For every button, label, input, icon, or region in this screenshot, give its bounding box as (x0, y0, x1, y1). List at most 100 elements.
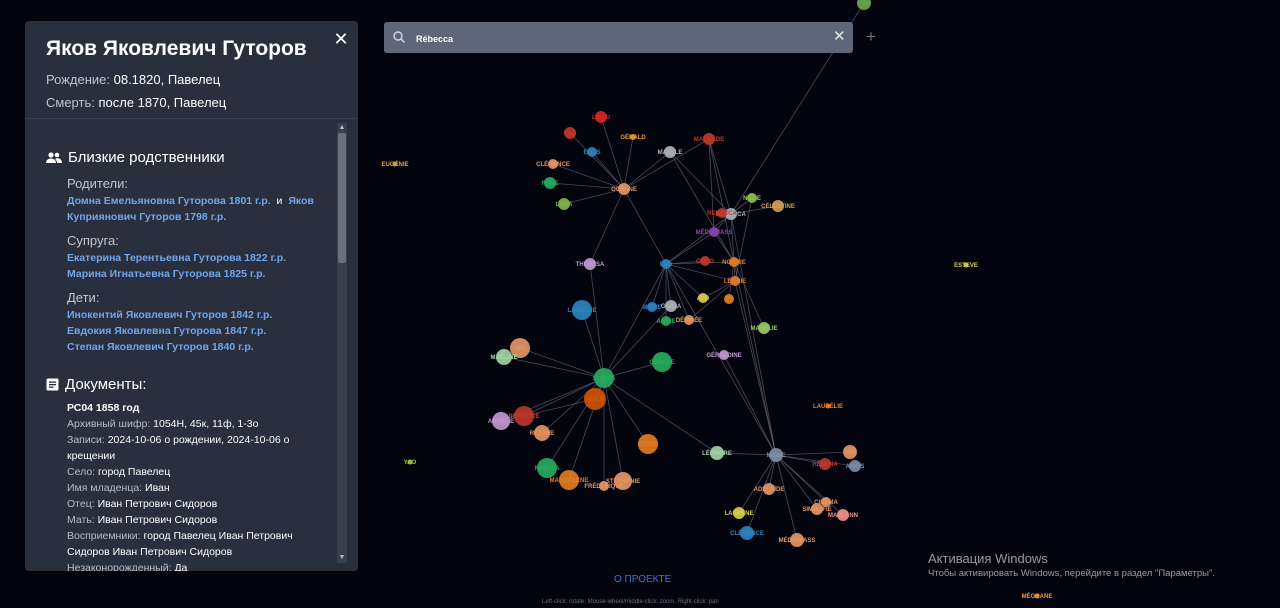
graph-node[interactable]: NÉLIE (743, 193, 761, 203)
graph-node[interactable]: MÉNIE (766, 448, 786, 462)
records-cont: крещении (67, 450, 116, 462)
graph-node-label: RÉBÉNA (812, 460, 838, 468)
graph-node-label: ANGIE (656, 319, 675, 325)
graph-node-label: LÉONIE (724, 277, 746, 285)
graph-node[interactable]: YAO (564, 127, 577, 139)
graph-node-label: MATHILDE (694, 137, 725, 143)
child-link[interactable]: Степан Яковлевич Гуторов 1840 г.р. (67, 341, 254, 353)
graph-node[interactable]: ESTEVE (954, 262, 978, 270)
graph-node-label: ESTÉE (638, 440, 658, 448)
godparents-cont: Сидоров Иван Петрович Сидоров (67, 546, 233, 558)
graph-node-label: LAURÉLIE (813, 402, 843, 410)
graph-node-label: MAËLLE (658, 149, 683, 156)
graph-node[interactable]: GÉRALD (620, 133, 646, 141)
graph-node-label: GÉRÈNE (649, 358, 674, 366)
graph-node[interactable]: THÉRÈSA (576, 258, 605, 270)
graph-node[interactable]: MÉGHANE (1022, 592, 1053, 600)
graph-node[interactable]: GÉRALDINE (706, 350, 742, 360)
scroll-down-icon[interactable]: ▼ (337, 553, 347, 563)
village: Село: город Павелец (67, 466, 171, 478)
graph-node[interactable]: LILOU (592, 111, 610, 123)
graph-node[interactable]: ROSE (541, 177, 559, 189)
controls-hint: Left-click: rotate, Mouse-wheel/middle-c… (542, 599, 719, 605)
spouse-link[interactable]: Марина Игнатьевна Гуторова 1825 г.р. (67, 268, 265, 280)
graph-node[interactable]: CÉLESTINE (761, 200, 795, 212)
graph-node[interactable]: LAURÉLIE (813, 402, 843, 410)
graph-node[interactable]: ANGIE (656, 316, 676, 326)
panel-scrollbar[interactable]: ▲ ▼ (337, 123, 347, 563)
graph-node-label: VÉNUS (585, 395, 606, 403)
graph-node[interactable]: MAËLLE (658, 146, 683, 158)
document-icon (46, 378, 59, 391)
graph-node-label: ROSE (541, 181, 558, 187)
graph-edge (775, 454, 798, 541)
graph-node-label: YAO (404, 460, 417, 466)
parents-line-2: Куприянович Гуторов 1798 г.р. (67, 211, 226, 223)
child-link[interactable]: Евдокия Яковлевна Гуторова 1847 г.р. (67, 325, 266, 337)
search-input[interactable] (414, 29, 818, 48)
graph-node-label: THÉRÈSA (576, 260, 605, 268)
scroll-up-icon[interactable]: ▲ (337, 123, 347, 133)
graph-edge (600, 116, 625, 190)
graph-node[interactable]: TY (724, 294, 734, 304)
graph-node[interactable]: YOU (857, 0, 871, 10)
graph-node[interactable]: VÉNUS (584, 388, 606, 410)
graph-node[interactable]: GIULIA (661, 300, 682, 312)
graph-node[interactable]: COCO (696, 256, 714, 266)
spouse-link[interactable]: Екатерина Терентьевна Гуторова 1822 г.р. (67, 252, 286, 264)
parent-link[interactable]: Домна Емельяновна Гуторова 1801 г.р. (67, 195, 271, 207)
graph-node[interactable]: EUGÉNIE (381, 160, 408, 168)
graph-node-label: NOËLLA (535, 465, 560, 472)
graph-node[interactable]: CLÉMENCE (536, 159, 570, 169)
graph-node-label: LÉO (660, 260, 673, 268)
graph-node[interactable]: NOÉMIE (722, 257, 746, 267)
graph-node[interactable]: RÉJANE (530, 425, 554, 441)
graph-node-label: ANAÏS (846, 463, 865, 470)
windows-activation-title: Активация Windows (928, 551, 1048, 566)
graph-node[interactable]: MATHILDE (694, 133, 725, 145)
graph-edge (775, 454, 818, 510)
graph-node[interactable]: CLÉMENCE (730, 526, 764, 540)
graph-node-label: MÉDIAMASS (779, 536, 816, 544)
graph-node[interactable]: LAURÈNE (567, 300, 597, 320)
graph-edge (623, 151, 671, 190)
parent-link[interactable]: Куприянович Гуторов 1798 г.р. (67, 211, 226, 223)
graph-node-label: TY (725, 297, 733, 303)
graph-node[interactable]: DÉSIRÉE (676, 315, 702, 325)
graph-node[interactable]: MAHÉLIE (751, 322, 778, 334)
graph-node-label: MÉDIAMASS (696, 228, 733, 236)
graph-node-label: LAURÈNE (724, 509, 753, 517)
graph-node[interactable]: OCÉANE (611, 183, 637, 195)
graph-node[interactable]: ELLIS (583, 147, 601, 157)
graph-node-label: AYO (697, 296, 710, 302)
graph-node[interactable]: MAËLANN (828, 509, 858, 521)
graph-node[interactable]: GÉRÈNE (649, 352, 675, 372)
graph-node[interactable]: LÉONORE (702, 446, 732, 460)
graph-node[interactable]: YAO (404, 459, 417, 467)
graph-node-label: CLÉMENCE (536, 160, 570, 168)
add-icon[interactable]: + (866, 28, 876, 46)
parent-link[interactable]: Яков (288, 195, 314, 207)
graph-node[interactable]: MARIE (642, 302, 662, 312)
close-icon[interactable]: ✕ (331, 29, 351, 49)
graph-node-label: SOPHIA (592, 376, 616, 382)
child-link[interactable]: Инокентий Яковлевич Гуторов 1842 г.р. (67, 309, 272, 321)
graph-node[interactable]: LUCA (556, 198, 573, 210)
illegitimate: Незаконорожденный: Да (67, 562, 188, 571)
graph-node[interactable]: RÉBÉNA (812, 458, 838, 470)
graph-node[interactable]: ESTÉE (638, 434, 658, 454)
graph-node[interactable]: ANAÏS (846, 460, 865, 472)
about-project-link[interactable]: О ПРОЕКТЕ (614, 574, 671, 585)
scroll-thumb[interactable] (338, 133, 346, 263)
graph-node-label: NÉLIE (743, 194, 761, 202)
graph-node-label: LAURÈNE (567, 306, 596, 314)
graph-node-label: YOU (857, 1, 870, 7)
graph-edge (723, 354, 777, 456)
clear-search-icon[interactable]: ✕ (833, 28, 846, 46)
graph-node[interactable]: LAURÈNE (724, 507, 754, 519)
panel-scroll-area[interactable]: Близкие родственники Родители: Домна Еме… (25, 119, 358, 571)
graph-node[interactable]: YOÜ (843, 445, 857, 459)
graph-node[interactable]: NOËLLA (535, 458, 560, 478)
graph-node[interactable]: MÉDIAMASS (779, 533, 816, 547)
graph-node[interactable]: ADÉLAÏDE (754, 483, 785, 495)
